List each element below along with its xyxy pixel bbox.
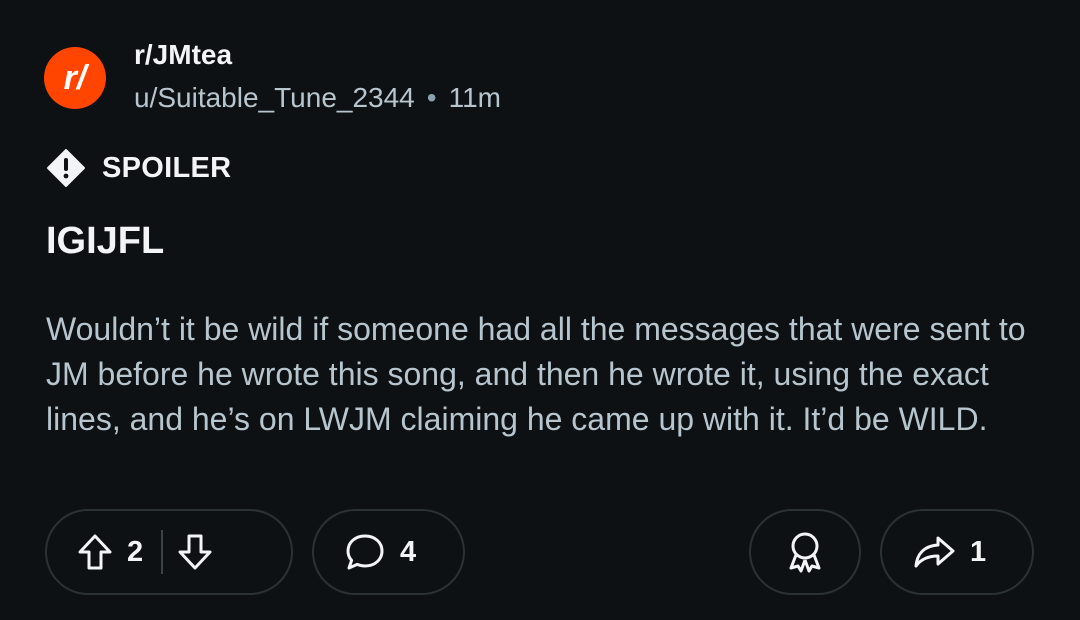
upvote-button[interactable] (77, 533, 113, 571)
downvote-button[interactable] (177, 533, 213, 571)
arrow-up-icon (78, 534, 112, 570)
separator-dot: • (426, 82, 437, 113)
share-icon-wrap (912, 533, 956, 571)
post-body[interactable]: Wouldn’t it be wild if someone had all t… (46, 307, 1046, 442)
speech-bubble-icon (346, 534, 384, 570)
exclamation-diamond-icon (47, 149, 85, 187)
share-arrow-icon (914, 536, 955, 568)
comment-icon-wrap (344, 532, 386, 572)
author-line: u/Suitable_Tune_2344 • 11m (134, 78, 501, 118)
award-ribbon-icon (789, 532, 821, 573)
vote-divider (161, 530, 164, 574)
svg-text:r/: r/ (64, 59, 90, 97)
post-title[interactable]: IGIJFL (46, 220, 164, 263)
author-name[interactable]: u/Suitable_Tune_2344 (134, 78, 415, 118)
award-button[interactable] (749, 509, 861, 595)
post-meta: r/JMtea u/Suitable_Tune_2344 • 11m (134, 38, 501, 118)
upvote-count: 2 (127, 535, 144, 568)
vote-bar: 2 (45, 509, 293, 595)
share-button[interactable]: 1 (880, 509, 1034, 595)
post-header: r/ r/JMtea u/Suitable_Tune_2344 • 11m (44, 38, 501, 118)
share-count: 1 (970, 535, 987, 568)
post-age: 11m (448, 82, 501, 113)
arrow-down-icon (178, 534, 212, 570)
comments-button[interactable]: 4 (312, 509, 465, 595)
subreddit-avatar-icon[interactable]: r/ (44, 47, 106, 109)
spoiler-flair: SPOILER (46, 148, 231, 188)
spoiler-label: SPOILER (102, 151, 232, 184)
comment-count: 4 (400, 535, 417, 568)
subreddit-name[interactable]: r/JMtea (134, 38, 501, 72)
